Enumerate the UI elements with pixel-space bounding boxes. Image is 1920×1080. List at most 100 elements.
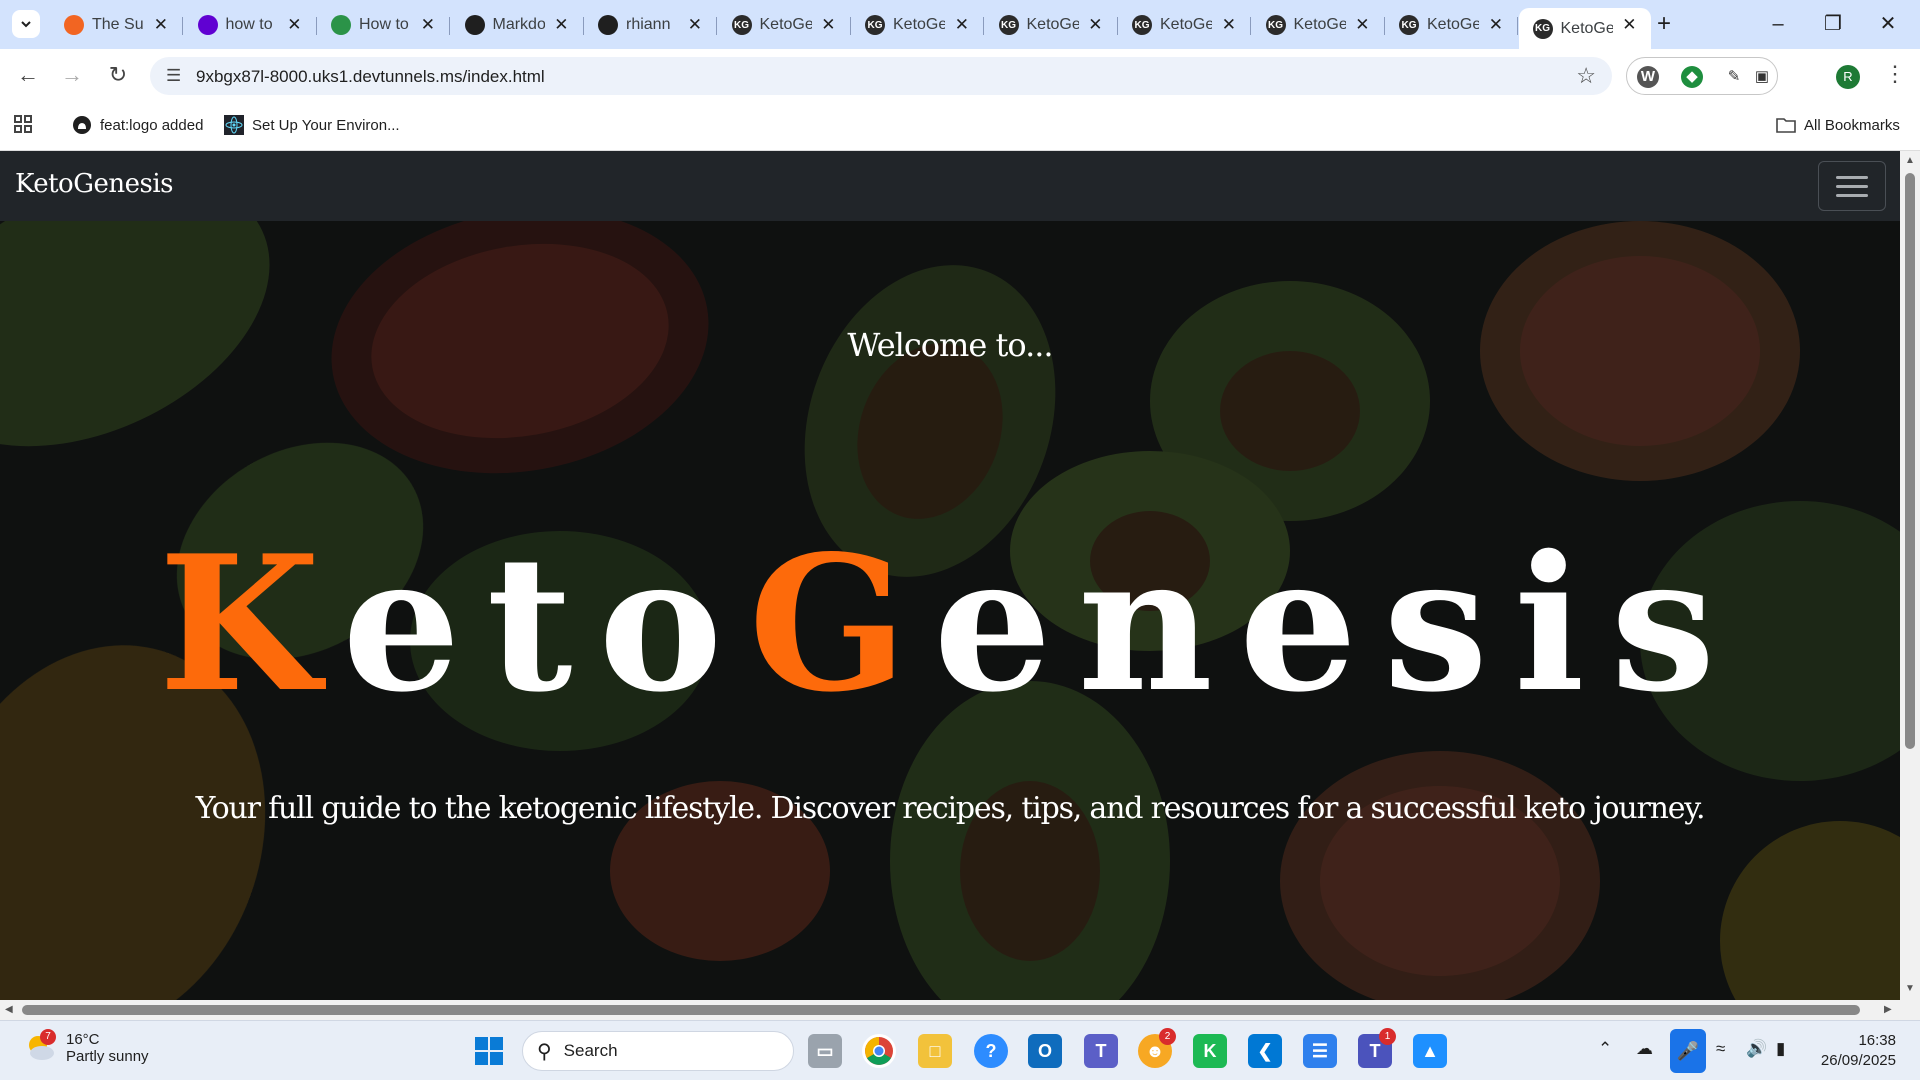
chrome-icon[interactable]	[862, 1034, 896, 1068]
browser-tab[interactable]: KG KetoGe ✕	[1118, 8, 1251, 42]
browser-tab[interactable]: rhiann ✕	[584, 8, 717, 42]
site-info-icon[interactable]: ☰	[166, 66, 181, 86]
hero-section: Welcome to... KetoGenesis Your full guid…	[0, 221, 1900, 1000]
puzzle-icon[interactable]: ▣	[1751, 66, 1773, 88]
help-icon[interactable]: ?	[974, 1034, 1008, 1068]
tab-title: KetoGe	[1026, 16, 1079, 33]
new-tab-button[interactable]: +	[1650, 10, 1678, 38]
weather-temp: 16°C	[66, 1031, 100, 1048]
bookmark-item[interactable]: feat:logo added	[72, 115, 203, 135]
menu-toggle-button[interactable]	[1818, 161, 1886, 211]
tab-strip: The Su ✕ how to ✕ How to ✕ Markdo ✕ rhiann ✕ KG Ket…	[0, 0, 1920, 49]
browser-toolbar: ← → ↻ ☰ 9xbgx87l-8000.uks1.devtunnels.ms…	[0, 49, 1920, 101]
horizontal-scroll-thumb[interactable]	[22, 1005, 1860, 1015]
browser-tab[interactable]: Markdo ✕	[451, 8, 584, 42]
close-tab-icon[interactable]: ✕	[688, 15, 702, 35]
close-tab-icon[interactable]: ✕	[1088, 15, 1102, 35]
browser-tab[interactable]: KG KetoGe ✕	[718, 8, 851, 42]
start-button[interactable]	[472, 1034, 506, 1068]
discord-icon[interactable]: ☻ 2	[1138, 1028, 1176, 1068]
browser-tab[interactable]: KG KetoGe ✕	[851, 8, 984, 42]
tab-search-button[interactable]	[12, 10, 40, 38]
vertical-scrollbar[interactable]: ▲ ▼	[1900, 151, 1920, 1000]
apps-grid-icon[interactable]	[14, 115, 32, 133]
browser-tab[interactable]: KG KetoGe ✕	[1518, 8, 1651, 49]
scroll-right-icon[interactable]: ▶	[1884, 1004, 1892, 1015]
vscode-icon[interactable]: ❮	[1248, 1034, 1282, 1068]
shield-extension-icon[interactable]: ◆	[1681, 66, 1703, 88]
site-brand[interactable]: KetoGenesis	[15, 169, 174, 199]
site-favicon-icon	[64, 15, 84, 35]
kotlin-icon[interactable]: K	[1193, 1034, 1227, 1068]
browser-tab[interactable]: how to ✕	[184, 8, 317, 42]
close-tab-icon[interactable]: ✕	[154, 15, 168, 35]
onedrive-icon[interactable]: ☁	[1636, 1039, 1653, 1059]
volume-icon[interactable]: 🔊	[1746, 1039, 1767, 1059]
ketogenesis-favicon-icon: KG	[1399, 15, 1419, 35]
close-tab-icon[interactable]: ✕	[1622, 15, 1636, 35]
weather-badge: 7	[40, 1029, 56, 1045]
file-explorer-icon[interactable]: □	[918, 1034, 952, 1068]
discord-badge: 2	[1159, 1028, 1176, 1045]
url-text[interactable]: 9xbgx87l-8000.uks1.devtunnels.ms/index.h…	[196, 67, 545, 87]
notepad-icon[interactable]: ☰	[1303, 1034, 1337, 1068]
browser-tab[interactable]: KG KetoGe ✕	[1252, 8, 1385, 42]
show-hidden-icons-icon[interactable]: ⌃	[1598, 1039, 1612, 1059]
vertical-scroll-thumb[interactable]	[1905, 173, 1915, 749]
partly-sunny-icon: 7	[24, 1029, 56, 1063]
restore-button[interactable]: ❐	[1813, 8, 1853, 40]
title-part-eto: eto	[342, 514, 749, 733]
close-tab-icon[interactable]: ✕	[1489, 15, 1503, 35]
browser-menu-icon[interactable]: ⋮	[1884, 61, 1906, 87]
close-tab-icon[interactable]: ✕	[554, 15, 568, 35]
search-placeholder: Search	[563, 1041, 618, 1060]
minimize-button[interactable]: –	[1758, 8, 1798, 40]
profile-avatar[interactable]: R	[1836, 65, 1860, 89]
teams-work-icon[interactable]: T1	[1358, 1028, 1396, 1068]
browser-tab[interactable]: KG KetoGe ✕	[1385, 8, 1518, 42]
tab-title: How to	[359, 16, 409, 33]
bookmark-item[interactable]: Set Up Your Environ...	[224, 115, 400, 135]
all-bookmarks-label: All Bookmarks	[1804, 116, 1900, 134]
outlook-icon[interactable]: O	[1028, 1034, 1062, 1068]
teams-icon[interactable]: T	[1084, 1034, 1118, 1068]
microphone-icon[interactable]: 🎤	[1670, 1029, 1706, 1073]
pen-extension-icon[interactable]: ✎	[1723, 66, 1745, 88]
wifi-icon[interactable]: ≈	[1716, 1039, 1725, 1059]
browser-tab[interactable]: KG KetoGe ✕	[985, 8, 1118, 42]
address-bar[interactable]: ☰ 9xbgx87l-8000.uks1.devtunnels.ms/index…	[150, 57, 1612, 95]
tab-title: rhiann	[626, 16, 671, 33]
clock-date: 26/09/2025	[1820, 1052, 1896, 1069]
reload-button[interactable]: ↻	[104, 61, 132, 89]
back-button[interactable]: ←	[14, 61, 42, 89]
scroll-down-icon[interactable]: ▼	[1905, 983, 1915, 994]
close-tab-icon[interactable]: ✕	[1222, 15, 1236, 35]
taskbar-search[interactable]: ⚲ Search	[522, 1031, 794, 1071]
tab-title: KetoGe	[1160, 16, 1212, 33]
title-accent-g: G	[748, 514, 934, 733]
weather-widget[interactable]: 7 16°C Partly sunny	[24, 1029, 149, 1065]
scroll-up-icon[interactable]: ▲	[1905, 155, 1915, 166]
folder-icon	[1776, 115, 1796, 135]
all-bookmarks-button[interactable]: All Bookmarks	[1776, 115, 1900, 135]
close-window-button[interactable]: ✕	[1868, 8, 1908, 40]
scroll-left-icon[interactable]: ◀	[5, 1004, 13, 1015]
close-tab-icon[interactable]: ✕	[421, 15, 435, 35]
close-tab-icon[interactable]: ✕	[1355, 15, 1369, 35]
battery-icon[interactable]: ▮	[1776, 1039, 1785, 1059]
bookmark-star-icon[interactable]: ☆	[1576, 63, 1596, 89]
task-view-icon[interactable]: ▭	[808, 1034, 842, 1068]
forward-button[interactable]: →	[58, 61, 86, 89]
horizontal-scrollbar[interactable]: ◀ ▶	[0, 1000, 1920, 1020]
wordpress-extension-icon[interactable]: W	[1637, 66, 1659, 88]
close-tab-icon[interactable]: ✕	[287, 15, 301, 35]
browser-tab[interactable]: The Su ✕	[50, 8, 183, 42]
photos-icon[interactable]: ▲	[1413, 1034, 1447, 1068]
close-tab-icon[interactable]: ✕	[821, 15, 835, 35]
site-favicon-icon	[464, 15, 485, 35]
bookmarks-bar: feat:logo added Set Up Your Environ... A…	[0, 101, 1920, 151]
browser-tab[interactable]: How to ✕	[317, 8, 450, 42]
close-tab-icon[interactable]: ✕	[955, 15, 969, 35]
site-favicon-icon	[331, 15, 351, 35]
system-clock[interactable]: 16:38 26/09/2025	[1816, 1031, 1896, 1071]
